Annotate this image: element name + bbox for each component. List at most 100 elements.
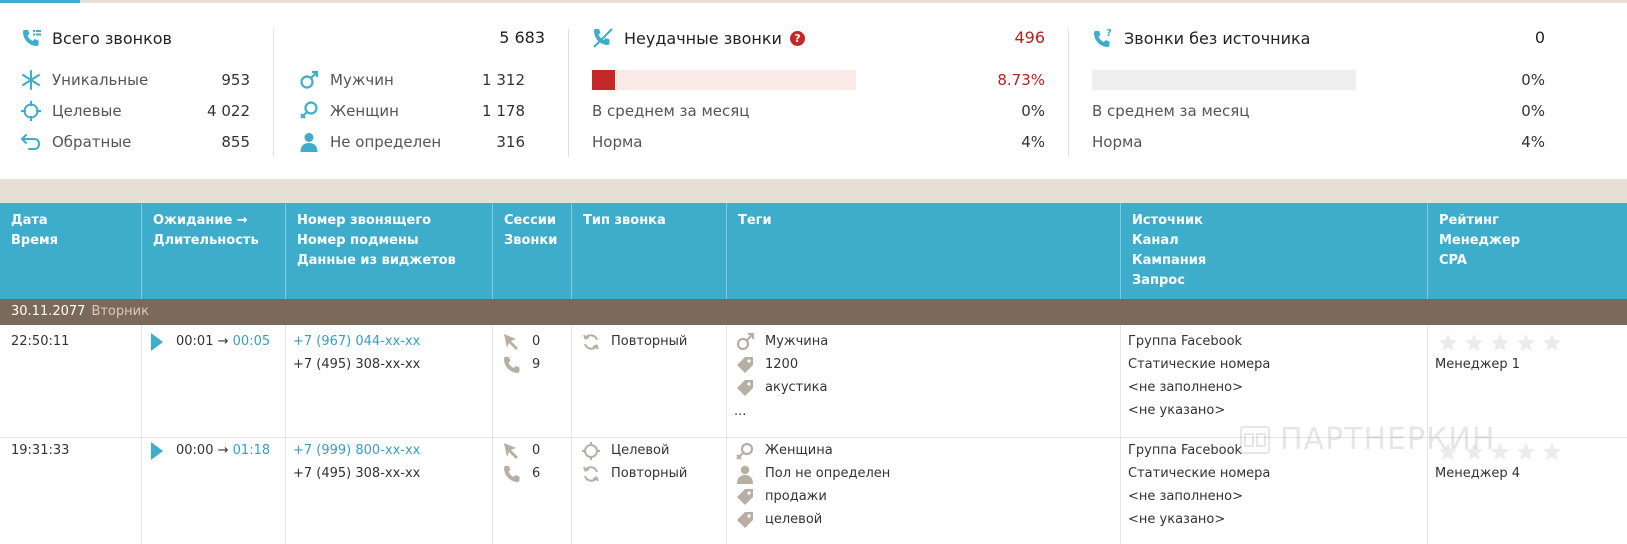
asterisk-icon <box>22 70 40 90</box>
callback-label: Обратные <box>52 133 132 151</box>
divider <box>273 29 274 157</box>
caller-number-link[interactable]: +7 (999) 800-xx-xx <box>293 441 420 461</box>
no-source-value: 0 <box>1534 28 1545 47</box>
undefined-gender-value: 316 <box>496 133 525 151</box>
call-type: Повторный <box>581 464 687 484</box>
summary-panel: Всего звонков 5 683 Уникальные 953 Целев… <box>0 3 1627 179</box>
undefined-gender-row: Не определен 316 <box>298 130 525 154</box>
target-icon <box>581 441 601 461</box>
tag-item: акустика <box>735 378 828 398</box>
no-source-norm-value: 4% <box>1521 133 1545 151</box>
star-icon[interactable] <box>1464 333 1484 353</box>
star-icon[interactable] <box>1516 333 1536 353</box>
section-separator <box>0 179 1627 203</box>
person-icon <box>735 464 755 484</box>
failed-calls-value: 496 <box>1014 28 1045 47</box>
tag-icon <box>735 355 755 375</box>
no-source-title: Звонки без источника <box>1124 28 1311 48</box>
cell-sessions: 06 <box>493 434 572 544</box>
callback-value: 855 <box>221 133 250 151</box>
day-group-header: 30.11.2077 Вторник <box>0 299 1627 325</box>
header-tags[interactable]: Теги <box>727 203 1121 299</box>
failed-progress-bar <box>592 70 856 90</box>
star-icon[interactable] <box>1490 333 1510 353</box>
caller-number[interactable]: +7 (999) 800-xx-xx <box>293 441 420 461</box>
caller-number[interactable]: +7 (967) 044-xx-xx <box>293 332 420 352</box>
no-source-norm-label: Норма <box>1092 133 1143 151</box>
failed-norm-value: 4% <box>1021 133 1045 151</box>
header-rating[interactable]: Рейтинг Менеджер CPA <box>1428 203 1627 299</box>
male-icon <box>300 70 319 89</box>
phone-icon <box>502 355 522 375</box>
tag-item: Женщина <box>735 441 833 461</box>
callback-row: Обратные 855 <box>20 130 250 154</box>
channel: Статические номера <box>1128 466 1271 481</box>
tags-more[interactable]: ... <box>734 402 746 422</box>
watermark: ПАРТНЕРКИН <box>1240 422 1495 457</box>
query: <не указано> <box>1128 512 1226 527</box>
failed-percent: 8.73% <box>997 71 1045 89</box>
no-source-header: ? Звонки без источника <box>1092 25 1310 51</box>
cell-type: Повторный <box>572 325 727 438</box>
caller-number-link[interactable]: +7 (967) 044-xx-xx <box>293 332 420 352</box>
female-icon <box>300 101 318 119</box>
calls-count: 9 <box>502 355 540 375</box>
watermark-logo-icon <box>1240 425 1270 454</box>
cell-tags: Мужчина 1200 акустика... <box>727 325 1121 438</box>
header-date[interactable]: Дата Время <box>0 203 142 299</box>
header-type[interactable]: Тип звонка <box>572 203 727 299</box>
table-header: Дата Время Ожидание → Длительность Номер з… <box>0 203 1627 299</box>
undefined-gender-label: Не определен <box>330 133 442 151</box>
watermark-text: ПАРТНЕРКИН <box>1280 422 1496 457</box>
men-row: Мужчин 1 312 <box>298 68 525 92</box>
source: Группа Facebook <box>1128 443 1243 458</box>
unique-row: Уникальные 953 <box>20 68 250 92</box>
target-label: Целевые <box>52 102 122 120</box>
sessions-count: 0 <box>502 332 540 352</box>
total-calls-title: Всего звонков <box>52 28 172 48</box>
header-wait[interactable]: Ожидание → Длительность <box>142 203 286 299</box>
star-icon[interactable] <box>1542 333 1562 353</box>
wait-duration[interactable]: 00:01 → 00:05 <box>150 332 270 352</box>
total-calls-value: 5 683 <box>499 28 545 47</box>
failed-calls-title: Неудачные звонки <box>624 28 782 48</box>
channel: Статические номера <box>1128 357 1271 372</box>
star-icon[interactable] <box>1438 333 1458 353</box>
tag-icon <box>735 487 755 507</box>
star-icon[interactable] <box>1516 442 1536 462</box>
call-type: Целевой <box>581 441 669 461</box>
tag-item: Мужчина <box>735 332 828 352</box>
women-label: Женщин <box>330 102 399 120</box>
tag-item: целевой <box>735 510 822 530</box>
phone-question-icon: ? <box>1094 28 1112 47</box>
play-icon[interactable] <box>150 441 164 461</box>
cell-tags: Женщина Пол не определен продажи целевой <box>727 434 1121 544</box>
calls-count: 6 <box>502 464 540 484</box>
wait-duration[interactable]: 00:00 → 01:18 <box>150 441 270 461</box>
unique-label: Уникальные <box>52 71 149 89</box>
svg-text:?: ? <box>1106 28 1112 39</box>
return-arrow-icon <box>21 134 41 150</box>
failed-norm-label: Норма <box>592 133 643 151</box>
play-icon[interactable] <box>150 332 164 352</box>
no-source-progress-bar <box>1092 70 1356 90</box>
cell-number: +7 (999) 800-xx-xx +7 (495) 308-xx-xx <box>286 434 493 544</box>
failed-avg-label: В среднем за месяц <box>592 102 750 120</box>
tag-item: Пол не определен <box>735 464 890 484</box>
divider <box>1068 29 1069 157</box>
header-source[interactable]: Источник Канал Кампания Запрос <box>1121 203 1428 299</box>
tag-item: 1200 <box>735 355 798 375</box>
failed-progress-fill <box>592 70 616 90</box>
cell-number: +7 (967) 044-xx-xx +7 (495) 308-xx-xx <box>286 325 493 438</box>
call-type: Повторный <box>581 332 687 352</box>
women-row: Женщин 1 178 <box>298 99 525 123</box>
rating-stars[interactable] <box>1438 333 1562 353</box>
help-icon[interactable]: ? <box>789 30 805 46</box>
campaign: <не заполнено> <box>1128 380 1244 395</box>
header-number[interactable]: Номер звонящего Номер подмены Данные из ви… <box>286 203 493 299</box>
target-icon <box>21 101 41 121</box>
no-source-percent: 0% <box>1521 71 1545 89</box>
header-sessions[interactable]: Сессии Звонки <box>493 203 572 299</box>
star-icon[interactable] <box>1542 442 1562 462</box>
source: Группа Facebook <box>1128 334 1243 349</box>
